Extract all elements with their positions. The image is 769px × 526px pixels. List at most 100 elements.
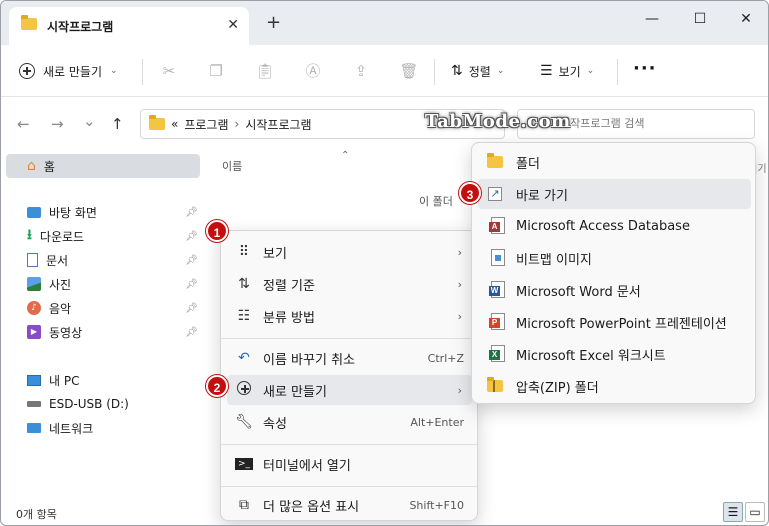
- more-options-button[interactable]: ···: [633, 58, 657, 79]
- grid-icon: ⠿: [238, 244, 250, 260]
- menu-item-label: 새로 만들기: [263, 384, 327, 400]
- sort-ascending-icon: ⌃: [341, 150, 350, 161]
- menu-item-group-by[interactable]: ☷ 분류 방법 ›: [227, 301, 472, 331]
- menu-item-more-options[interactable]: ⧉ 더 많은 옵션 표시 Shift+F10: [227, 490, 472, 520]
- close-tab-button[interactable]: ✕: [227, 17, 239, 33]
- delete-icon[interactable]: 🗑︎: [398, 60, 420, 82]
- sidebar-item-usb[interactable]: ESD-USB (D:): [27, 393, 202, 415]
- pin-icon: 📌︎: [185, 302, 198, 314]
- menu-item-label: 폴더: [516, 156, 540, 172]
- submenu-item-zip-folder[interactable]: 압축(ZIP) 폴더: [478, 371, 751, 401]
- folder-icon: [486, 153, 504, 173]
- sidebar-item-this-pc[interactable]: 내 PC: [27, 369, 202, 391]
- pin-icon: 📌︎: [185, 254, 198, 266]
- menu-item-undo-rename[interactable]: ↶ 이름 바꾸기 취소 Ctrl+Z: [227, 343, 472, 373]
- menu-item-label: 분류 방법: [263, 310, 315, 326]
- sort-icon: ⇅: [451, 63, 463, 79]
- menu-item-label: 더 많은 옵션 표시: [263, 499, 360, 515]
- desktop-icon: [27, 206, 41, 218]
- submenu-item-folder[interactable]: 폴더: [478, 147, 751, 177]
- sort-button[interactable]: ⇅ 정렬 ⌄: [451, 59, 504, 83]
- submenu-item-powerpoint[interactable]: P Microsoft PowerPoint 프레젠테이션: [478, 307, 751, 337]
- sidebar-item-label: 내 PC: [49, 373, 80, 388]
- maximize-button[interactable]: ☐: [685, 7, 715, 31]
- menu-item-label: Microsoft PowerPoint 프레젠테이션: [516, 316, 727, 332]
- submenu-item-access-database[interactable]: A Microsoft Access Database: [478, 211, 751, 241]
- sidebar-item-documents[interactable]: 문서 📌︎: [27, 249, 202, 271]
- column-header-name[interactable]: 이름: [222, 158, 242, 174]
- breadcrumb-item[interactable]: 시작프로그램: [245, 116, 311, 133]
- pin-icon: 📌︎: [185, 230, 198, 242]
- menu-shortcut: Alt+Enter: [410, 415, 464, 429]
- recent-locations-button[interactable]: ⌄: [83, 112, 96, 130]
- sort-icon: ⇅: [238, 276, 250, 292]
- chevron-right-icon: ›: [457, 309, 462, 323]
- menu-item-view[interactable]: ⠿ 보기 ›: [227, 237, 472, 267]
- back-button[interactable]: ←: [17, 115, 30, 133]
- sidebar-item-desktop[interactable]: 바탕 화면 📌︎: [27, 201, 202, 223]
- folder-icon: [149, 115, 165, 130]
- submenu-item-shortcut[interactable]: ↗ 바로 가기: [478, 179, 751, 209]
- menu-item-new[interactable]: 새로 만들기 ›: [227, 375, 472, 405]
- item-count: 0개 항목: [16, 508, 57, 521]
- menu-item-label: 속성: [263, 416, 287, 432]
- sidebar-item-label: ESD-USB (D:): [49, 397, 129, 411]
- step-badge-3: 3: [459, 182, 481, 204]
- rename-icon[interactable]: Ⓐ: [302, 60, 324, 82]
- copy-icon[interactable]: ❐: [205, 60, 227, 82]
- step-badge-1: 1: [206, 220, 228, 242]
- submenu-item-bitmap[interactable]: 비트맵 이미지: [478, 243, 751, 273]
- sidebar-item-downloads[interactable]: ⭳ 다운로드 📌︎: [27, 225, 202, 247]
- tiles-view-icon[interactable]: ▭: [745, 502, 765, 522]
- close-window-button[interactable]: ✕: [731, 7, 761, 31]
- sidebar-item-label: 동영상: [49, 325, 83, 340]
- menu-item-open-terminal[interactable]: >_ 터미널에서 열기: [227, 449, 472, 479]
- sidebar-item-home[interactable]: ⌂ 홈: [27, 155, 202, 177]
- share-icon[interactable]: ⇪: [350, 60, 372, 82]
- sidebar-item-network[interactable]: 네트워크: [27, 417, 202, 439]
- submenu-item-word[interactable]: W Microsoft Word 문서: [478, 275, 751, 305]
- view-button[interactable]: ☰ 보기 ⌄: [540, 59, 594, 83]
- menu-divider: [221, 338, 477, 339]
- forward-button[interactable]: →: [51, 115, 64, 133]
- download-icon: ⭳: [27, 227, 32, 243]
- file-explorer-window: 시작프로그램 ✕ + — ☐ ✕ 새로 만들기 ⌄ ✂ ❐ 📋︎ Ⓐ ⇪ 🗑︎ …: [0, 0, 769, 526]
- menu-divider: [221, 486, 477, 487]
- chevron-right-icon: ›: [234, 117, 240, 131]
- menu-item-label: Microsoft Access Database: [516, 218, 690, 234]
- paste-icon[interactable]: 📋︎: [254, 60, 276, 82]
- word-icon: W: [489, 281, 507, 299]
- shortcut-icon: ↗: [488, 187, 502, 201]
- new-button[interactable]: 새로 만들기 ⌄: [19, 59, 118, 83]
- menu-item-properties[interactable]: 🔧︎ 속성 Alt+Enter: [227, 407, 472, 437]
- up-button[interactable]: ↑: [111, 115, 124, 133]
- submenu-item-excel[interactable]: X Microsoft Excel 워크시트: [478, 339, 751, 369]
- toolbar-divider: [142, 59, 143, 85]
- details-view-icon[interactable]: ☰: [723, 502, 743, 522]
- pin-icon: 📌︎: [185, 326, 198, 338]
- tab-title: 시작프로그램: [47, 20, 114, 34]
- powerpoint-icon: P: [489, 313, 507, 331]
- command-bar: 새로 만들기 ⌄ ✂ ❐ 📋︎ Ⓐ ⇪ 🗑︎ ⇅ 정렬 ⌄ ☰ 보기 ⌄ ···: [1, 45, 768, 97]
- cut-icon[interactable]: ✂: [158, 60, 180, 82]
- sidebar-item-videos[interactable]: ▶ 동영상 📌︎: [27, 321, 202, 343]
- new-tab-button[interactable]: +: [266, 14, 281, 32]
- menu-item-sort-by[interactable]: ⇅ 정렬 기준 ›: [227, 269, 472, 299]
- minimize-button[interactable]: —: [637, 7, 667, 31]
- more-options-icon: ⧉: [239, 497, 249, 513]
- menu-item-label: 보기: [263, 246, 287, 262]
- sidebar-item-label: 문서: [46, 253, 69, 268]
- address-overflow[interactable]: «: [171, 117, 178, 131]
- chevron-right-icon: ›: [457, 277, 462, 291]
- sidebar-item-label: 다운로드: [39, 229, 85, 244]
- menu-item-label: 비트맵 이미지: [516, 252, 592, 268]
- chevron-right-icon: ›: [457, 245, 462, 259]
- tab-current[interactable]: 시작프로그램 ✕: [9, 7, 249, 45]
- sidebar-item-music[interactable]: ♪ 음악 📌︎: [27, 297, 202, 319]
- terminal-icon: >_: [235, 458, 253, 470]
- sidebar-item-pictures[interactable]: 사진 📌︎: [27, 273, 202, 295]
- zip-folder-icon: [486, 377, 504, 397]
- breadcrumb-item[interactable]: 프로그램: [184, 116, 228, 133]
- empty-folder-text: 이 폴더: [419, 195, 453, 208]
- chevron-right-icon: ›: [457, 383, 462, 397]
